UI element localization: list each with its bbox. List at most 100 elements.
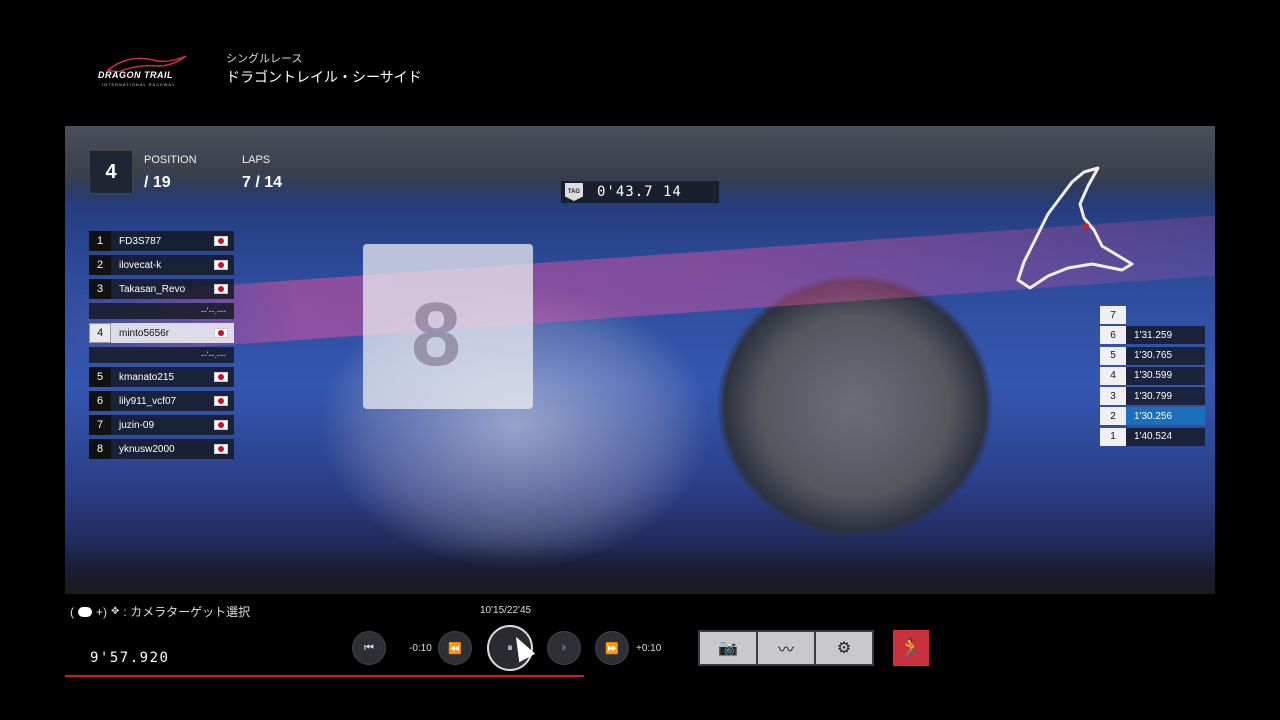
lap-time-row: 7 xyxy=(1100,306,1205,324)
rewind-button[interactable]: ⏪ xyxy=(438,631,472,665)
skip-to-start-button[interactable]: ⏮ xyxy=(352,631,386,665)
touchpad-icon xyxy=(78,606,92,617)
fast-forward-icon: ⏩ xyxy=(605,642,619,655)
lap-number: 5 xyxy=(1100,346,1126,365)
lap-number: 4 xyxy=(1100,366,1126,385)
standings-list: 1 FD3S787 2 ilovecat-k 3 Takasan_Revo --… xyxy=(89,231,234,463)
laps-value: 7 / 14 xyxy=(242,174,283,191)
hint-open-paren: ( xyxy=(70,604,74,619)
position-total: / 19 xyxy=(144,174,171,191)
laps-label: LAPS xyxy=(242,154,271,166)
camera-hint-text: : カメラターゲット選択 xyxy=(123,605,251,619)
replay-time: 10'15/22'45 xyxy=(480,605,532,616)
standings-pos: 5 xyxy=(89,367,111,387)
lap-time-row: 6 1'31.259 xyxy=(1100,326,1205,345)
standings-pos: 3 xyxy=(89,279,111,299)
track-name: ドラゴントレイル・シーサイド xyxy=(226,69,422,85)
standings-row[interactable]: 3 Takasan_Revo xyxy=(89,279,234,299)
japan-flag-icon xyxy=(214,420,228,430)
rewind-label: -0:10 xyxy=(409,643,432,654)
standings-row[interactable]: 7 juzin-09 xyxy=(89,415,234,435)
camera-target-hint: ( +) ✥ : カメラターゲット選択 xyxy=(70,603,250,620)
gear-icon: ⚙ xyxy=(836,640,852,657)
chart-line-icon: 〰 xyxy=(777,642,794,659)
japan-flag-icon xyxy=(214,236,228,246)
lap-number: 7 xyxy=(1100,306,1126,324)
forward-label: +0:10 xyxy=(636,643,662,654)
gap-above: --'--.--- xyxy=(89,303,234,319)
logo-subtitle: INTERNATIONAL RACEWAY xyxy=(102,82,176,87)
race-type: シングルレース xyxy=(226,53,303,65)
position-label: POSITION xyxy=(144,154,197,166)
lap-number: 2 xyxy=(1100,407,1126,426)
lap-number: 3 xyxy=(1100,387,1126,406)
standings-row[interactable]: 8 yknusw2000 xyxy=(89,439,234,459)
japan-flag-icon xyxy=(214,396,228,406)
driver-name: Takasan_Revo xyxy=(119,283,186,295)
lap-timer: TAG 0'43.7 14 xyxy=(561,181,719,203)
elapsed-time: 9'57.920 xyxy=(90,650,170,666)
standings-pos: 4 xyxy=(89,323,111,343)
tool-button-group: 📷 〰 ⚙ xyxy=(698,630,874,666)
lap-number: 1 xyxy=(1100,427,1126,446)
skip-back-icon: ⏮ xyxy=(364,641,374,654)
lap-time: 1'40.524 xyxy=(1134,431,1173,443)
exit-button[interactable]: 🏃 xyxy=(893,630,929,666)
driver-name: kmanato215 xyxy=(119,371,175,383)
rewind-icon: ⏪ xyxy=(448,642,462,655)
step-forward-icon: ⏵ xyxy=(561,641,567,654)
replay-viewport: 8 4 POSITION / 19 LAPS 7 / 14 TAG 0'43.7… xyxy=(65,126,1215,594)
japan-flag-icon xyxy=(214,372,228,382)
standings-row[interactable]: 6 lily911_vcf07 xyxy=(89,391,234,411)
standings-pos: 8 xyxy=(89,439,111,459)
driver-name: FD3S787 xyxy=(119,235,162,247)
timer-text: 0'43.7 14 xyxy=(597,184,682,200)
driver-name: ilovecat-k xyxy=(119,259,162,271)
japan-flag-icon xyxy=(214,260,228,270)
standings-row[interactable]: 1 FD3S787 xyxy=(89,231,234,251)
gap-below: --'--.--- xyxy=(89,347,234,363)
lap-time: 1'30.799 xyxy=(1134,390,1173,402)
driver-name: minto5656r xyxy=(119,327,170,339)
japan-flag-icon xyxy=(214,328,228,338)
lap-time: 1'30.765 xyxy=(1134,350,1173,362)
lap-time-row-best: 2 1'30.256 xyxy=(1100,407,1205,426)
lap-time: 1'30.256 xyxy=(1134,410,1173,422)
standings-pos: 2 xyxy=(89,255,111,275)
car-number-panel: 8 xyxy=(363,244,533,409)
dragon-logo-icon xyxy=(106,55,187,72)
lap-time: 1'31.259 xyxy=(1134,329,1173,341)
lap-time-row: 3 1'30.799 xyxy=(1100,387,1205,406)
replay-progress-bar[interactable] xyxy=(65,675,584,677)
telemetry-button[interactable]: 〰 xyxy=(758,632,814,664)
standings-row[interactable]: 2 ilovecat-k xyxy=(89,255,234,275)
standings-row[interactable]: 5 kmanato215 xyxy=(89,367,234,387)
step-forward-button[interactable]: ⏵ xyxy=(547,631,581,665)
lap-time-row: 5 1'30.765 xyxy=(1100,346,1205,365)
lap-time-row: 1 1'40.524 xyxy=(1100,427,1205,446)
lap-number: 6 xyxy=(1100,326,1126,345)
running-man-icon: 🏃 xyxy=(899,637,923,658)
viewport-ground xyxy=(65,546,1215,594)
standings-row-current[interactable]: 4 minto5656r xyxy=(89,323,234,343)
driver-name: yknusw2000 xyxy=(119,443,175,455)
logo-text: DRAGON TRAIL xyxy=(98,70,173,80)
hint-plus: +) xyxy=(96,604,108,619)
dpad-icon: ✥ xyxy=(111,606,120,617)
camera-icon: 📷 xyxy=(718,640,738,657)
tag-heuer-icon: TAG xyxy=(565,183,583,201)
fast-forward-button[interactable]: ⏩ xyxy=(595,631,629,665)
player-marker-icon xyxy=(1083,223,1089,229)
photo-mode-button[interactable]: 📷 xyxy=(700,632,756,664)
standings-pos: 1 xyxy=(89,231,111,251)
driver-name: lily911_vcf07 xyxy=(119,395,177,407)
lap-times-list: 7 6 1'31.259 5 1'30.765 4 1'30.599 3 1'3… xyxy=(1100,306,1205,448)
track-logo: DRAGON TRAIL INTERNATIONAL RACEWAY xyxy=(98,52,194,92)
standings-pos: 7 xyxy=(89,415,111,435)
japan-flag-icon xyxy=(214,444,228,454)
position-box: 4 xyxy=(89,150,133,194)
japan-flag-icon xyxy=(214,284,228,294)
lap-time-row: 4 1'30.599 xyxy=(1100,366,1205,385)
standings-pos: 6 xyxy=(89,391,111,411)
settings-button[interactable]: ⚙ xyxy=(816,632,872,664)
